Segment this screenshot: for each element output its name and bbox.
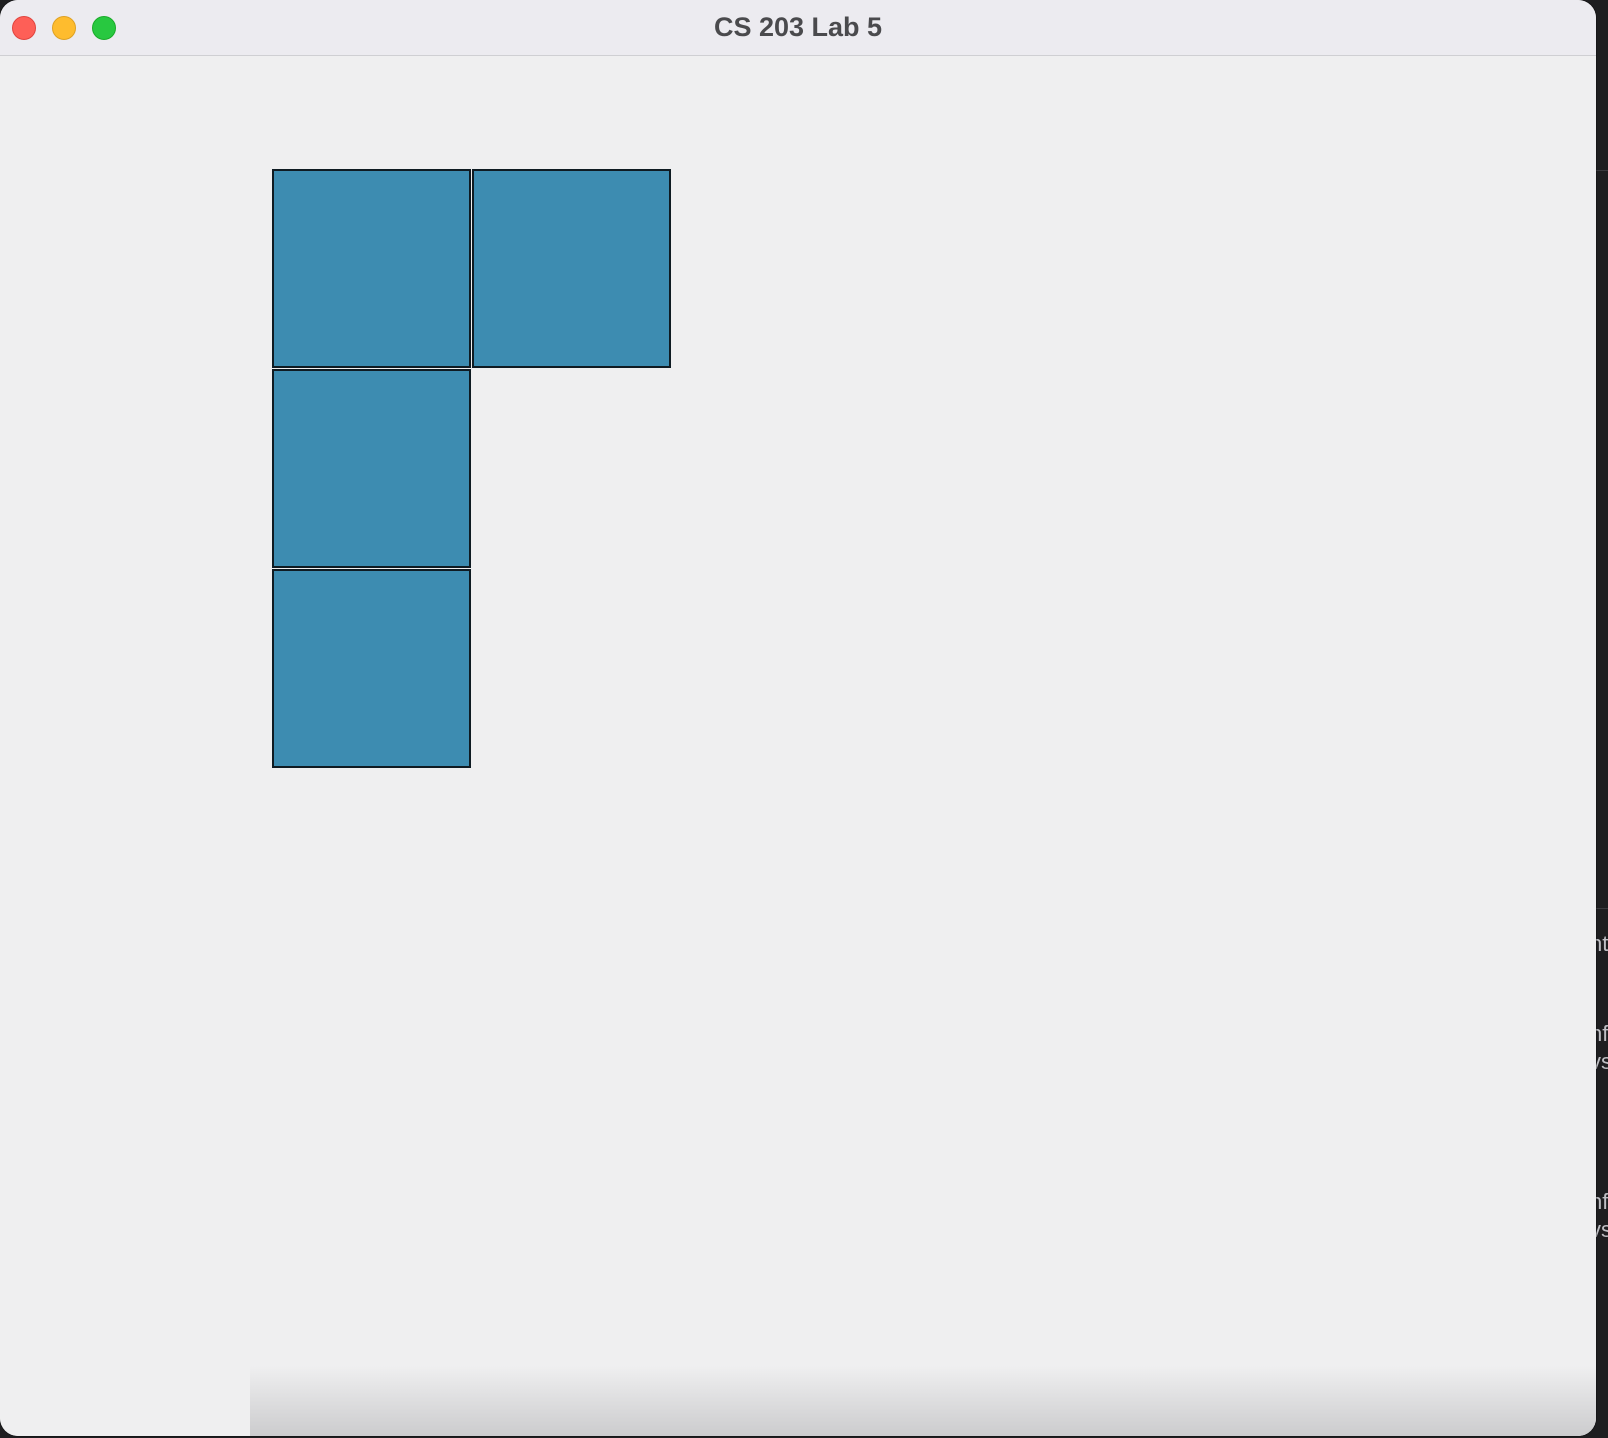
grid-tile [472, 169, 671, 368]
minimize-button[interactable] [52, 16, 76, 40]
drawing-canvas[interactable] [0, 57, 1596, 1436]
title-bar[interactable]: CS 203 Lab 5 [0, 0, 1596, 56]
close-button[interactable] [12, 16, 36, 40]
grid-tile [272, 169, 471, 368]
window-title: CS 203 Lab 5 [713, 12, 883, 42]
grid-tile [272, 369, 471, 568]
grid-tile [272, 569, 471, 768]
app-window: CS 203 Lab 5 [0, 0, 1596, 1436]
maximize-button[interactable] [92, 16, 116, 40]
